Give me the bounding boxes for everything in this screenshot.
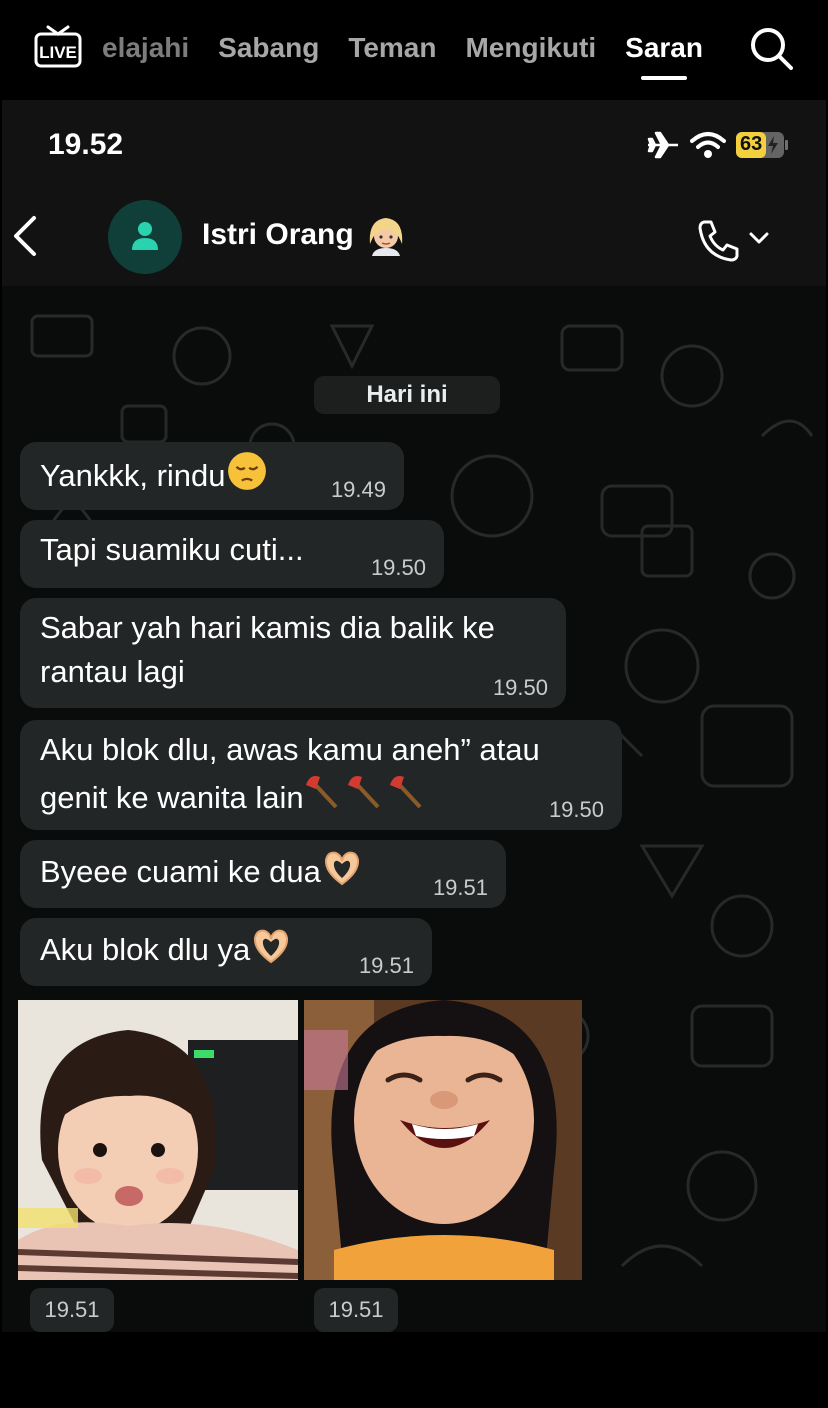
live-label: LIVE — [39, 43, 77, 62]
media-sticker-girl-laughing[interactable] — [304, 1000, 582, 1280]
message-time: 19.50 — [492, 675, 548, 700]
heart-hands-emoji-icon — [324, 851, 359, 886]
message-time: 19.50 — [370, 555, 426, 580]
message-text-line2: rantau lagi — [40, 654, 185, 689]
battery-indicator: 63 — [736, 132, 788, 158]
airplane-icon — [647, 131, 678, 159]
tab-jelajahi[interactable]: elajahi — [102, 32, 189, 64]
photo-girl-smiling — [18, 1000, 298, 1280]
message-bubble[interactable]: Byeee cuami ke dua 19.51 — [20, 840, 506, 908]
message-time: 19.51 — [432, 875, 488, 900]
message-text: Tapi suamiku cuti... — [40, 532, 304, 567]
tab-saran[interactable]: Saran — [625, 32, 703, 80]
message-bubble[interactable]: Aku blok dlu, awas kamu aneh” atau genit… — [20, 720, 622, 830]
message-text: Aku blok dlu ya — [40, 932, 251, 967]
message-time: 19.49 — [330, 477, 386, 502]
chevron-down-icon[interactable] — [748, 230, 770, 246]
tab-sabang[interactable]: Sabang — [218, 32, 319, 64]
contact-avatar[interactable] — [108, 200, 182, 274]
person-blond-emoji-icon — [369, 218, 403, 256]
tab-teman[interactable]: Teman — [348, 32, 436, 64]
message-bubble[interactable]: Yankkk, rindu 19.49 — [20, 442, 404, 510]
message-time: 19.50 — [548, 797, 604, 822]
back-arrow-icon[interactable] — [10, 214, 40, 258]
contact-name[interactable]: Istri Orang — [202, 218, 354, 252]
battery-charging-icon — [768, 136, 778, 154]
media-time: 19.51 — [314, 1288, 398, 1332]
media-sticker-girl-smiling[interactable] — [18, 1000, 298, 1280]
search-icon[interactable] — [747, 24, 795, 72]
battery-percent: 63 — [740, 133, 763, 155]
message-text: Byeee cuami ke dua — [40, 854, 321, 889]
message-text: Yankkk, rindu — [40, 458, 226, 493]
tab-mengikuti[interactable]: Mengikuti — [465, 32, 596, 64]
date-separator: Hari ini — [314, 376, 500, 414]
message-text: Aku blok dlu, awas kamu aneh” atau — [40, 732, 540, 767]
chat-header: Istri Orang — [2, 190, 826, 286]
message-bubble[interactable]: Aku blok dlu ya 19.51 — [20, 918, 432, 986]
message-bubble[interactable]: Tapi suamiku cuti... 19.50 — [20, 520, 444, 588]
pensive-face-emoji-icon — [227, 452, 266, 490]
person-icon — [132, 222, 158, 250]
phone-call-icon[interactable] — [696, 218, 742, 262]
photo-girl-laughing — [304, 1000, 582, 1280]
status-bar: 19.52 63 — [2, 100, 826, 190]
message-time: 19.51 — [358, 953, 414, 978]
top-navigation: LIVE elajahi Sabang Teman Mengikuti Sara… — [0, 0, 828, 100]
video-content[interactable]: 19.52 63 Istri Orang Hari ini Yankkk, ri… — [2, 100, 826, 1332]
axe-emoji-icon — [305, 776, 422, 809]
wifi-icon — [690, 132, 726, 158]
heart-hands-emoji-icon — [254, 929, 289, 964]
media-time: 19.51 — [30, 1288, 114, 1332]
status-time: 19.52 — [48, 128, 124, 161]
message-text: Sabar yah hari kamis dia balik ke — [40, 610, 495, 645]
message-text-line2: genit ke wanita lain — [40, 780, 304, 815]
live-tv-icon[interactable]: LIVE — [34, 24, 82, 68]
feed-tabs: elajahi Sabang Teman Mengikuti Saran — [96, 26, 732, 80]
message-bubble[interactable]: Sabar yah hari kamis dia balik ke rantau… — [20, 598, 566, 708]
